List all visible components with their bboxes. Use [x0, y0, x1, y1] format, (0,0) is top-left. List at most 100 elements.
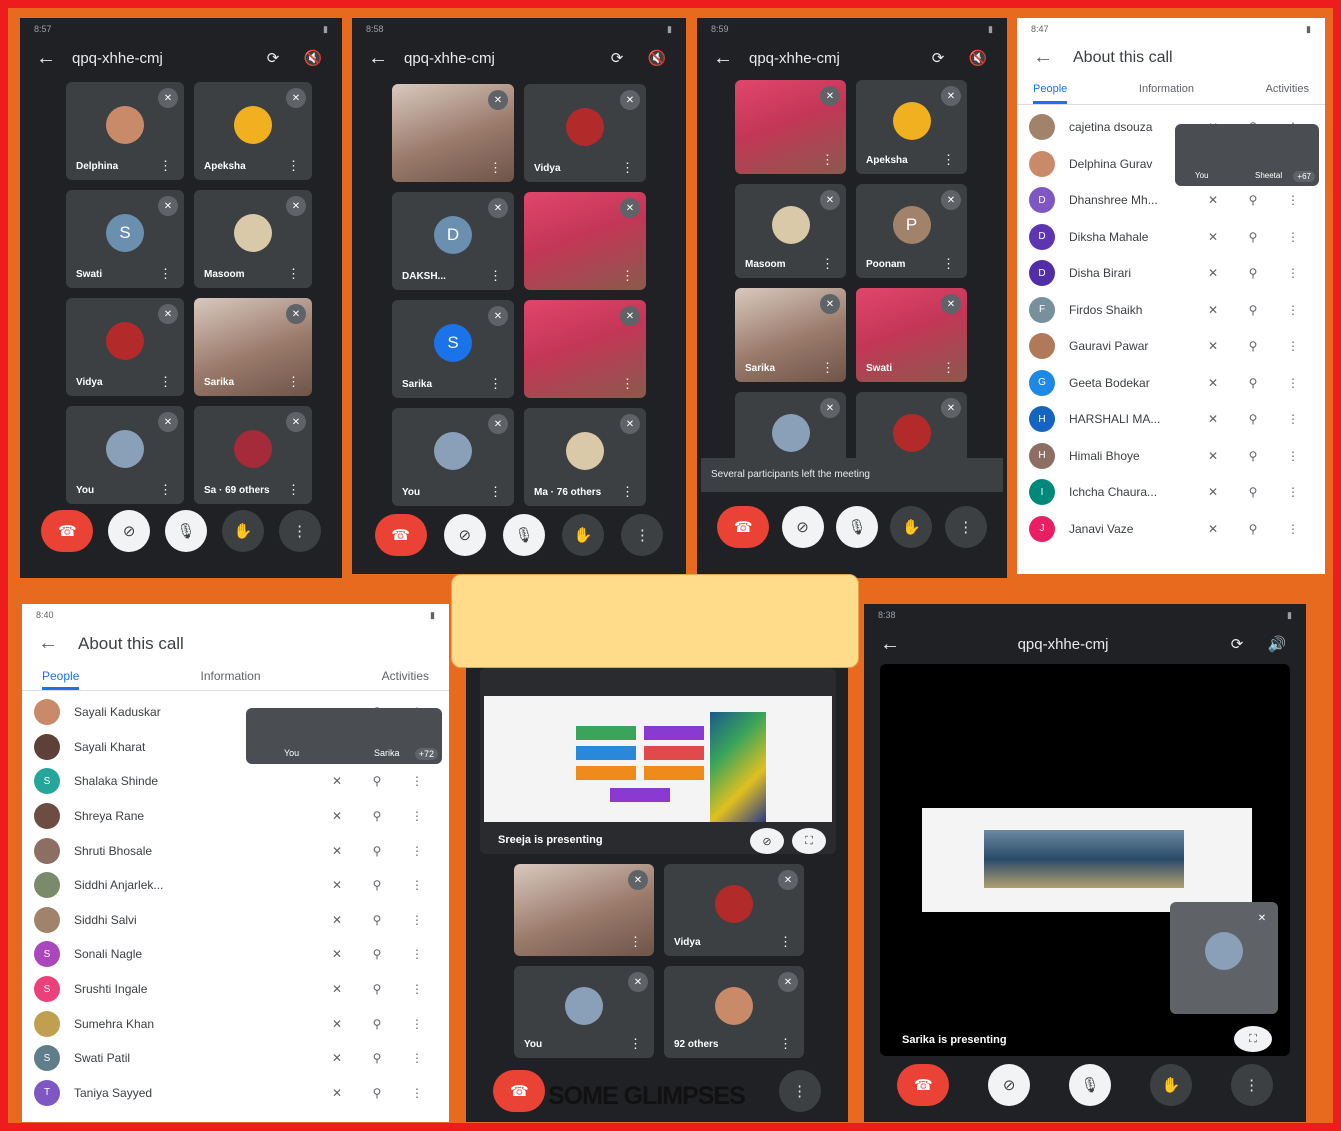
mic-off-icon[interactable]: ✕ [1193, 339, 1233, 353]
camera-off-button[interactable]: ⊘ [781, 506, 824, 548]
back-arrow-icon[interactable]: ← [1033, 46, 1055, 69]
mic-off-icon[interactable]: ✕ [1193, 266, 1233, 280]
participant-tile[interactable]: ✕ Sarika ⋮ [735, 288, 846, 382]
mic-off-icon[interactable]: ✕ [317, 947, 357, 961]
participant-row[interactable]: Shruti Bhosale ✕ ⚲ ⋮ [22, 833, 449, 868]
tile-more-icon[interactable]: ⋮ [159, 374, 172, 390]
end-call-button[interactable]: ☎ [41, 510, 94, 552]
participant-tile[interactable]: ✕⋮ [524, 192, 646, 290]
participant-tile[interactable]: ✕ 92 others ⋮ [664, 966, 804, 1058]
meeting-code[interactable]: qpq-xhhe-cmj [916, 636, 1210, 653]
meeting-code[interactable]: qpq-xhhe-cmj [72, 50, 246, 67]
back-arrow-icon[interactable]: ← [713, 47, 735, 70]
participant-tile[interactable]: ✕⋮ [735, 80, 846, 174]
speaker-off-icon[interactable]: 🔇 [644, 49, 670, 67]
pin-icon[interactable]: ⚲ [1233, 376, 1273, 390]
more-options-icon[interactable]: ⋮ [397, 1017, 437, 1031]
end-call-button[interactable]: ☎ [897, 1064, 950, 1106]
participant-tile[interactable]: ✕ S Sarika ⋮ [392, 300, 514, 398]
tile-more-icon[interactable]: ⋮ [621, 268, 634, 284]
more-options-icon[interactable]: ⋮ [1273, 485, 1313, 499]
participant-tile[interactable]: ✕ Masoom ⋮ [194, 190, 312, 288]
tile-more-icon[interactable]: ⋮ [821, 360, 834, 376]
participant-row[interactable]: H HARSHALI MA... ✕ ⚲ ⋮ [1017, 401, 1325, 438]
participant-row[interactable]: J Janavi Vaze ✕ ⚲ ⋮ [1017, 511, 1325, 548]
participant-row[interactable]: G Geeta Bodekar ✕ ⚲ ⋮ [1017, 365, 1325, 402]
camera-off-button[interactable]: ⊘ [108, 510, 151, 552]
tile-more-icon[interactable]: ⋮ [489, 376, 502, 392]
end-call-button[interactable]: ☎ [493, 1070, 546, 1112]
mic-off-icon[interactable]: ✕ [1193, 412, 1233, 426]
meeting-code[interactable]: qpq-xhhe-cmj [404, 50, 590, 67]
mic-off-icon[interactable]: ✕ [317, 774, 357, 788]
raise-hand-button[interactable]: ✋ [562, 514, 605, 556]
participant-row[interactable]: D Diksha Mahale ✕ ⚲ ⋮ [1017, 219, 1325, 256]
tile-more-icon[interactable]: ⋮ [621, 160, 634, 176]
more-options-button[interactable]: ⋮ [278, 510, 321, 552]
tab-information[interactable]: Information [1139, 83, 1194, 104]
tab-activities[interactable]: Activities [1266, 83, 1309, 104]
participant-tile[interactable]: ✕ Sa · 69 others ⋮ [194, 406, 312, 504]
pin-icon[interactable]: ⚲ [357, 1086, 397, 1100]
mic-off-icon[interactable]: ✕ [1193, 376, 1233, 390]
participant-tile[interactable]: ✕⋮ [392, 84, 514, 182]
mic-off-button[interactable]: 🎙 [164, 510, 207, 552]
more-options-icon[interactable]: ⋮ [397, 809, 437, 823]
participant-tile[interactable]: ✕ You ⋮ [514, 966, 654, 1058]
tile-more-icon[interactable]: ⋮ [629, 1036, 642, 1052]
raise-hand-button[interactable]: ✋ [890, 506, 933, 548]
fullscreen-button[interactable]: ⛶ [1234, 1026, 1272, 1052]
tile-more-icon[interactable]: ⋮ [287, 374, 300, 390]
tile-more-icon[interactable]: ⋮ [287, 266, 300, 282]
participant-row[interactable]: D Disha Birari ✕ ⚲ ⋮ [1017, 255, 1325, 292]
self-view-pip[interactable]: You Sarika +72 [246, 708, 442, 764]
speaker-off-icon[interactable]: 🔇 [965, 49, 991, 67]
tile-more-icon[interactable]: ⋮ [489, 268, 502, 284]
raise-hand-button[interactable]: ✋ [1149, 1064, 1192, 1106]
mic-off-icon[interactable]: ✕ [317, 1086, 357, 1100]
tile-more-icon[interactable]: ⋮ [629, 934, 642, 950]
pin-icon[interactable]: ⚲ [357, 844, 397, 858]
more-options-button[interactable]: ⋮ [621, 514, 664, 556]
mic-off-button[interactable]: 🎙 [1068, 1064, 1111, 1106]
participant-tile[interactable]: ✕ Apeksha ⋮ [856, 80, 967, 174]
tab-people[interactable]: People [1033, 83, 1068, 104]
participant-row[interactable]: S Shalaka Shinde ✕ ⚲ ⋮ [22, 764, 449, 799]
mic-off-icon[interactable]: ✕ [317, 982, 357, 996]
pin-icon[interactable]: ⚲ [1233, 485, 1273, 499]
switch-camera-icon[interactable]: ⟳ [604, 49, 630, 67]
participant-tile[interactable]: ✕ Ma · 76 others ⋮ [524, 408, 646, 506]
tile-more-icon[interactable]: ⋮ [821, 152, 834, 168]
tile-more-icon[interactable]: ⋮ [621, 376, 634, 392]
tab-information[interactable]: Information [201, 669, 261, 690]
switch-camera-icon[interactable]: ⟳ [1224, 635, 1250, 653]
more-options-icon[interactable]: ⋮ [397, 982, 437, 996]
mic-off-icon[interactable]: ✕ [1193, 449, 1233, 463]
mic-off-icon[interactable]: ✕ [1193, 303, 1233, 317]
participant-row[interactable]: S Sonali Nagle ✕ ⚲ ⋮ [22, 937, 449, 972]
self-view-tile[interactable]: ✕ [1170, 902, 1278, 1014]
stop-presenting-button[interactable]: ⊘ [750, 828, 784, 854]
pin-icon[interactable]: ⚲ [357, 809, 397, 823]
tile-more-icon[interactable]: ⋮ [779, 1036, 792, 1052]
pin-icon[interactable]: ⚲ [357, 913, 397, 927]
more-options-icon[interactable]: ⋮ [1273, 449, 1313, 463]
pin-icon[interactable]: ⚲ [1233, 303, 1273, 317]
more-options-icon[interactable]: ⋮ [1273, 339, 1313, 353]
tab-activities[interactable]: Activities [382, 669, 429, 690]
more-options-icon[interactable]: ⋮ [397, 1086, 437, 1100]
mic-off-icon[interactable]: ✕ [317, 809, 357, 823]
participant-tile[interactable]: ✕ Vidya ⋮ [664, 864, 804, 956]
pin-icon[interactable]: ⚲ [357, 878, 397, 892]
participant-tile[interactable]: ✕ Masoom ⋮ [735, 184, 846, 278]
speaker-off-icon[interactable]: 🔇 [300, 49, 326, 67]
more-options-icon[interactable]: ⋮ [397, 1051, 437, 1065]
pin-icon[interactable]: ⚲ [1233, 266, 1273, 280]
participant-tile[interactable]: ✕ Apeksha ⋮ [194, 82, 312, 180]
pin-icon[interactable]: ⚲ [1233, 193, 1273, 207]
more-options-icon[interactable]: ⋮ [397, 947, 437, 961]
pin-icon[interactable]: ⚲ [1233, 339, 1273, 353]
participant-tile[interactable]: ✕ S Swati ⋮ [66, 190, 184, 288]
more-options-icon[interactable]: ⋮ [1273, 376, 1313, 390]
more-options-icon[interactable]: ⋮ [397, 844, 437, 858]
